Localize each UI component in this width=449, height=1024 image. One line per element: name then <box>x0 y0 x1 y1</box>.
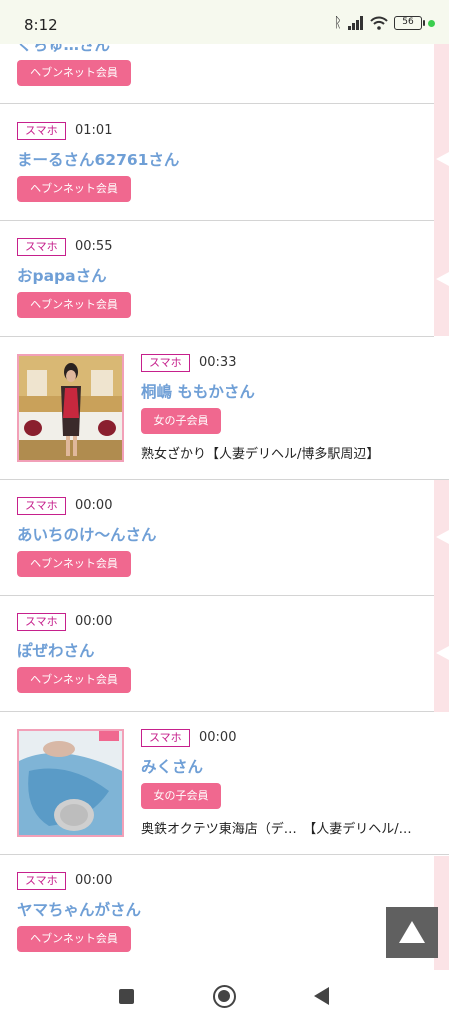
shop-name-link[interactable]: 熟女ざかり【人妻デリヘル/博多駅周辺】 <box>141 443 379 462</box>
device-tag: スマホ <box>17 872 66 890</box>
user-name-link[interactable]: まーるさん62761さん <box>17 148 179 170</box>
member-badge: ヘブンネット会員 <box>17 926 131 952</box>
wifi-icon <box>370 16 388 30</box>
shop-name-link[interactable]: 奥鉄オクテツ東海店（デ… 【人妻デリヘル/… <box>141 818 412 837</box>
battery-icon: 56 <box>394 16 425 30</box>
user-name-link[interactable]: ぽぜわさん <box>17 639 95 661</box>
navigation-bar <box>0 970 449 1024</box>
signal-icon <box>348 16 364 30</box>
access-history-list[interactable]: ぐちゅ…さん ヘブンネット会員 スマホ 01:01 まーるさん62761さん ヘ… <box>0 44 449 970</box>
back-icon[interactable] <box>314 987 329 1005</box>
user-name-link[interactable]: ヤマちゃんがさん <box>17 898 141 920</box>
member-badge: ヘブンネット会員 <box>17 176 131 202</box>
device-tag: スマホ <box>141 354 190 372</box>
device-tag: スマホ <box>17 613 66 631</box>
list-item[interactable]: ぐちゅ…さん ヘブンネット会員 <box>0 44 434 104</box>
access-time: 01:01 <box>75 123 113 138</box>
status-icons: ᚱ 56 <box>334 15 435 31</box>
member-badge: ヘブンネット会員 <box>17 667 131 693</box>
access-time: 00:00 <box>75 873 113 888</box>
device-tag: スマホ <box>141 729 190 747</box>
list-item[interactable]: スマホ 00:00 ぽぜわさん ヘブンネット会員 <box>0 596 434 712</box>
device-tag: スマホ <box>17 497 66 515</box>
scroll-to-top-icon[interactable] <box>386 907 438 958</box>
notification-dot <box>428 19 435 27</box>
bluetooth-icon: ᚱ <box>333 15 342 31</box>
list-item[interactable]: スマホ 00:33 桐嶋 ももかさん 女の子会員 熟女ざかり【人妻デリヘル/博多… <box>0 337 449 480</box>
user-name-link[interactable]: ぐちゅ…さん <box>17 44 110 55</box>
user-name-link[interactable]: おpapaさん <box>17 264 107 286</box>
member-badge: ヘブンネット会員 <box>17 551 131 577</box>
profile-photo[interactable] <box>17 729 124 837</box>
member-badge: 女の子会員 <box>141 783 221 809</box>
profile-photo[interactable] <box>17 354 124 462</box>
access-time: 00:00 <box>75 614 113 629</box>
list-item[interactable]: スマホ 01:01 まーるさん62761さん ヘブンネット会員 <box>0 104 434 221</box>
access-time: 00:33 <box>199 355 237 370</box>
access-time: 00:00 <box>75 498 113 513</box>
device-tag: スマホ <box>17 122 66 140</box>
list-item[interactable]: スマホ 00:00 みくさん 女の子会員 奥鉄オクテツ東海店（デ… 【人妻デリヘ… <box>0 712 449 855</box>
user-name-link[interactable]: みくさん <box>141 755 203 777</box>
member-badge: 女の子会員 <box>141 408 221 434</box>
device-tag: スマホ <box>17 238 66 256</box>
member-badge: ヘブンネット会員 <box>17 292 131 318</box>
home-icon[interactable] <box>213 985 236 1008</box>
list-item[interactable]: スマホ 00:00 ヤマちゃんがさん ヘブンネット会員 <box>0 855 434 970</box>
access-time: 00:00 <box>199 730 237 745</box>
recent-apps-icon[interactable] <box>119 989 134 1004</box>
status-bar: 8:12 ᚱ 56 <box>0 0 449 44</box>
user-name-link[interactable]: あいちのけ〜んさん <box>17 523 157 545</box>
list-item[interactable]: スマホ 00:55 おpapaさん ヘブンネット会員 <box>0 221 434 337</box>
access-time: 00:55 <box>75 239 113 254</box>
member-badge: ヘブンネット会員 <box>17 60 131 86</box>
user-name-link[interactable]: 桐嶋 ももかさん <box>141 380 255 402</box>
list-item[interactable]: スマホ 00:00 あいちのけ〜んさん ヘブンネット会員 <box>0 480 434 596</box>
status-time: 8:12 <box>24 16 58 34</box>
